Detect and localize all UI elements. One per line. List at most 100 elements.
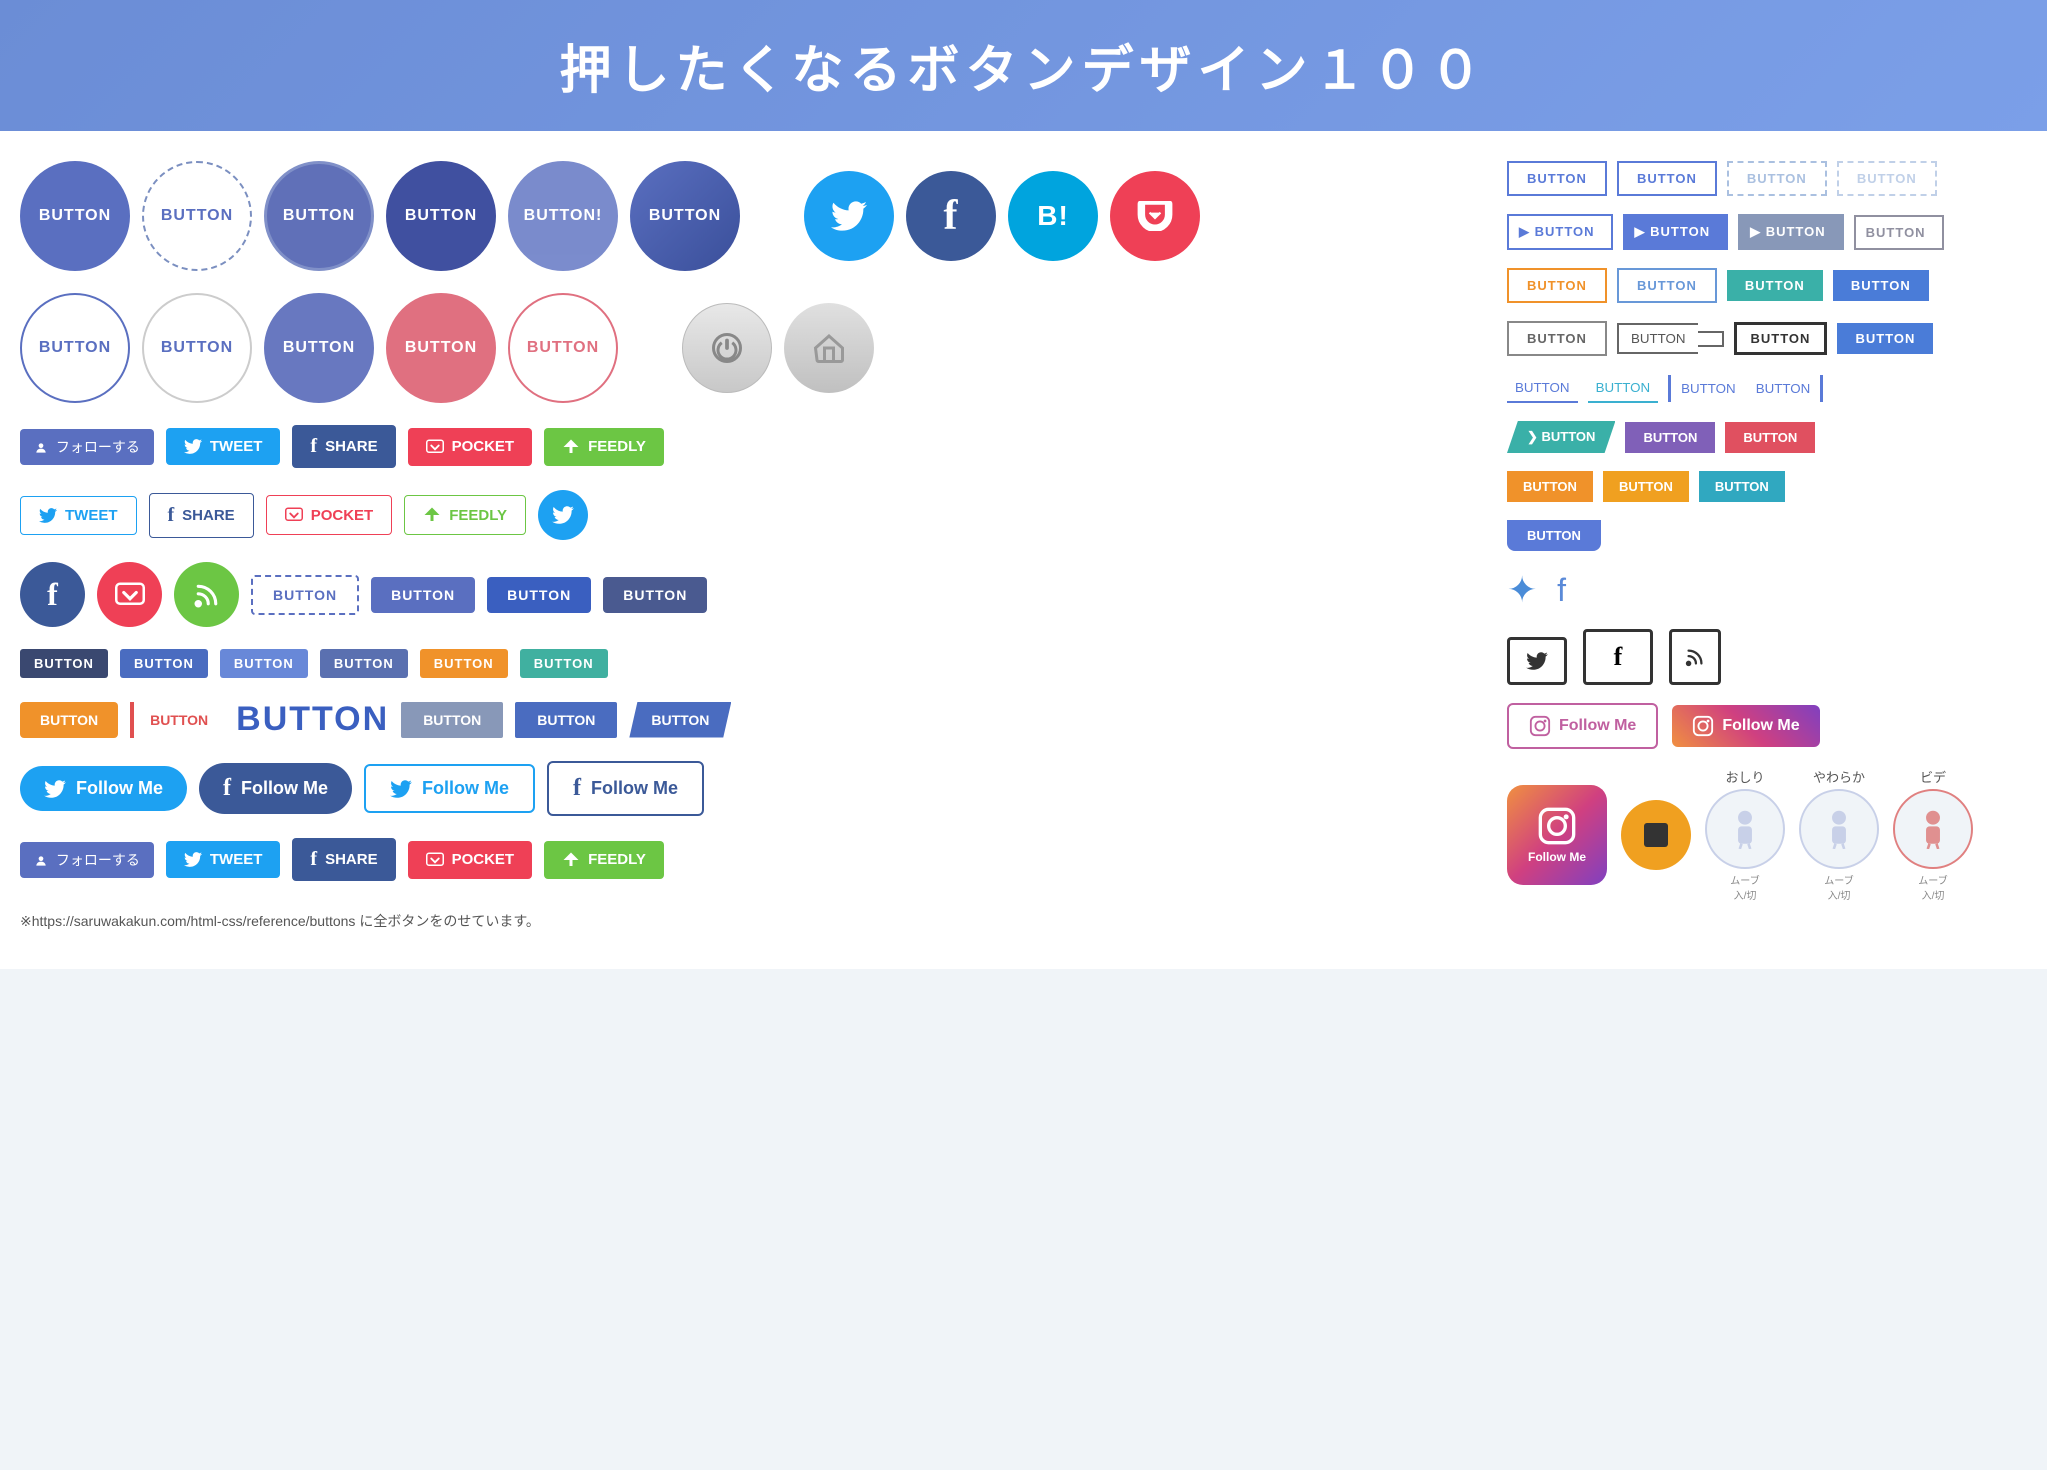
gray-rect-btn-1[interactable]: BUTTON (401, 702, 503, 738)
motion-btn-2[interactable]: やわらか ムーブ入/切 (1799, 767, 1879, 902)
circle-btn-6[interactable]: BUTTON (630, 161, 740, 271)
rp-purple-btn[interactable]: BUTTON (1625, 422, 1715, 453)
pocket-btn-1[interactable]: POCKET (408, 428, 533, 466)
tag-btn-4[interactable]: BUTTON (320, 649, 408, 678)
share-btn-1[interactable]: f SHARE (292, 425, 395, 468)
tag-btn-6[interactable]: BUTTON (520, 649, 608, 678)
follow-small-btn[interactable]: フォローする (20, 429, 154, 465)
pocket-btn-footer[interactable]: POCKET (408, 841, 533, 879)
rp-dashed-btn-2[interactable]: BUTTON (1837, 161, 1937, 196)
tag-btn-2[interactable]: BUTTON (120, 649, 208, 678)
rp-teal2-btn[interactable]: BUTTON (1699, 471, 1785, 502)
motion-btn-3[interactable]: ビデ ムーブ入/切 (1893, 767, 1973, 902)
rp-outline-btn-2[interactable]: BUTTON (1617, 161, 1717, 196)
feedly-btn-footer[interactable]: FEEDLY (544, 841, 664, 879)
rp-underline-btn-2[interactable]: BUTTON (1588, 374, 1659, 403)
orange-btn[interactable]: BUTTON (20, 702, 118, 738)
twitter-device-border (1507, 637, 1567, 685)
tag-btn-1[interactable]: BUTTON (20, 649, 108, 678)
tag-btn-3[interactable]: BUTTON (220, 649, 308, 678)
fb-star-icon[interactable]: f (1557, 572, 1566, 609)
feedly-btn-1[interactable]: FEEDLY (544, 428, 664, 466)
rp-bluelight-btn[interactable]: BUTTON (1617, 268, 1717, 303)
home-btn[interactable] (784, 303, 874, 393)
tag-buttons-row: BUTTON BUTTON BUTTON BUTTON BUTTON BUTTO… (20, 649, 1487, 678)
follow-twitter-outline-btn[interactable]: Follow Me (364, 764, 535, 813)
red-outline-btn[interactable]: BUTTON (130, 702, 224, 738)
motion-btn-1[interactable]: おしり ムーブ入/切 (1705, 767, 1785, 902)
circle-btn-1[interactable]: BUTTON (20, 161, 130, 271)
follow-small-btn-2[interactable]: フォローする (20, 842, 154, 878)
rp-outline-btn-1[interactable]: BUTTON (1507, 161, 1607, 196)
pocket-icon-circle[interactable] (97, 562, 162, 627)
follow-facebook-btn-1[interactable]: f Follow Me (199, 763, 352, 814)
motion-circle-2[interactable] (1799, 789, 1879, 869)
tweet-btn-footer[interactable]: TWEET (166, 841, 281, 878)
circle-btn-5[interactable]: BUTTON! (508, 161, 618, 271)
tweet-outline-btn[interactable]: TWEET (20, 496, 137, 535)
follow-ig-outline-btn[interactable]: Follow Me (1507, 703, 1658, 749)
motion-circle-1[interactable] (1705, 789, 1785, 869)
rp-orange-btn[interactable]: BUTTON (1507, 268, 1607, 303)
rp-wavy-btn[interactable]: BUTTON (1507, 520, 1601, 551)
circle-hollow-btn-1[interactable]: BUTTON (20, 293, 130, 403)
circle-btn-2[interactable]: BUTTON (142, 161, 252, 271)
rp-gray-outline-btn[interactable]: BUTTON (1507, 321, 1607, 356)
rp-thick-btn[interactable]: BUTTON (1734, 322, 1828, 355)
rp-red-btn[interactable]: BUTTON (1725, 422, 1815, 453)
rp-arrow-btn-3[interactable]: ▶ BUTTON (1738, 214, 1844, 250)
twitter-star-icon[interactable]: ✦ (1507, 569, 1537, 611)
twitter-device-icon[interactable] (1507, 637, 1567, 685)
rp-bracket-right[interactable] (1698, 331, 1724, 347)
solid-btn-2[interactable]: BUTTON (487, 577, 591, 613)
follow-ig-gradient-btn[interactable]: Follow Me (1672, 705, 1819, 747)
tweet-btn-1[interactable]: TWEET (166, 428, 281, 465)
rp-pipe-left[interactable]: BUTTON (1668, 375, 1746, 402)
stop-btn[interactable] (1621, 800, 1691, 870)
rp-chevron-btn[interactable]: ❯ BUTTON (1507, 421, 1615, 453)
share-btn-footer[interactable]: f SHARE (292, 838, 395, 881)
instagram-box[interactable]: Follow Me (1507, 785, 1607, 885)
follow-facebook-outline-btn[interactable]: f Follow Me (547, 761, 704, 816)
dashed-btn-1[interactable]: BUTTON (251, 575, 359, 615)
circle-pink-btn[interactable]: BUTTON (386, 293, 496, 403)
blue-rect-btn[interactable]: BUTTON (515, 702, 617, 738)
rp-orange3-btn[interactable]: BUTTON (1603, 471, 1689, 502)
rp-teal-btn[interactable]: BUTTON (1727, 270, 1823, 301)
rp-pipe-right[interactable]: BUTTON (1746, 375, 1824, 402)
tag-btn-5[interactable]: BUTTON (420, 649, 508, 678)
circle-btn-4[interactable]: BUTTON (386, 161, 496, 271)
circle-btn-3[interactable]: BUTTON (264, 161, 374, 271)
circle-solid-btn[interactable]: BUTTON (264, 293, 374, 403)
power-btn[interactable] (682, 303, 772, 393)
rss-icon-circle[interactable] (174, 562, 239, 627)
share-outline-btn[interactable]: f SHARE (149, 493, 254, 538)
rp-bluesolid-btn[interactable]: BUTTON (1833, 270, 1929, 301)
rp-underline-btn-1[interactable]: BUTTON (1507, 374, 1578, 403)
circle-hollow-btn-2[interactable]: BUTTON (142, 293, 252, 403)
rp-solid-btn-2[interactable]: BUTTON (1837, 323, 1933, 354)
follow-twitter-btn-1[interactable]: Follow Me (20, 766, 187, 811)
fb-device-icon[interactable]: f (1583, 629, 1653, 685)
twitter-small-circle[interactable] (538, 490, 588, 540)
rp-bracket-left[interactable]: BUTTON (1617, 323, 1698, 354)
rp-dashed-btn-1[interactable]: BUTTON (1727, 161, 1827, 196)
motion-circle-3[interactable] (1893, 789, 1973, 869)
rp-arrow-btn-2[interactable]: ▶ BUTTON (1623, 214, 1729, 250)
pocket-outline-btn[interactable]: POCKET (266, 495, 393, 535)
fb-icon-circle[interactable]: f (20, 562, 85, 627)
twitter-circle-btn[interactable] (804, 171, 894, 261)
circle-pink-outline-btn[interactable]: BUTTON (508, 293, 618, 403)
big-blue-btn[interactable]: BUTTON (236, 700, 389, 739)
para-btn[interactable]: BUTTON (629, 702, 731, 738)
solid-btn-1[interactable]: BUTTON (371, 577, 475, 613)
facebook-circle-btn[interactable]: f (906, 171, 996, 261)
feedly-outline-btn[interactable]: FEEDLY (404, 495, 526, 535)
solid-dark-btn[interactable]: BUTTON (603, 577, 707, 613)
pocket-circle-btn[interactable] (1110, 171, 1200, 261)
rp-arrow-btn-1[interactable]: ▶ BUTTON (1507, 214, 1613, 250)
rss-device-icon[interactable] (1669, 629, 1721, 685)
rp-orange2-btn[interactable]: BUTTON (1507, 471, 1593, 502)
rp-arrow-btn-4[interactable]: BUTTON (1854, 215, 1944, 250)
hatena-circle-btn[interactable]: B! (1008, 171, 1098, 261)
